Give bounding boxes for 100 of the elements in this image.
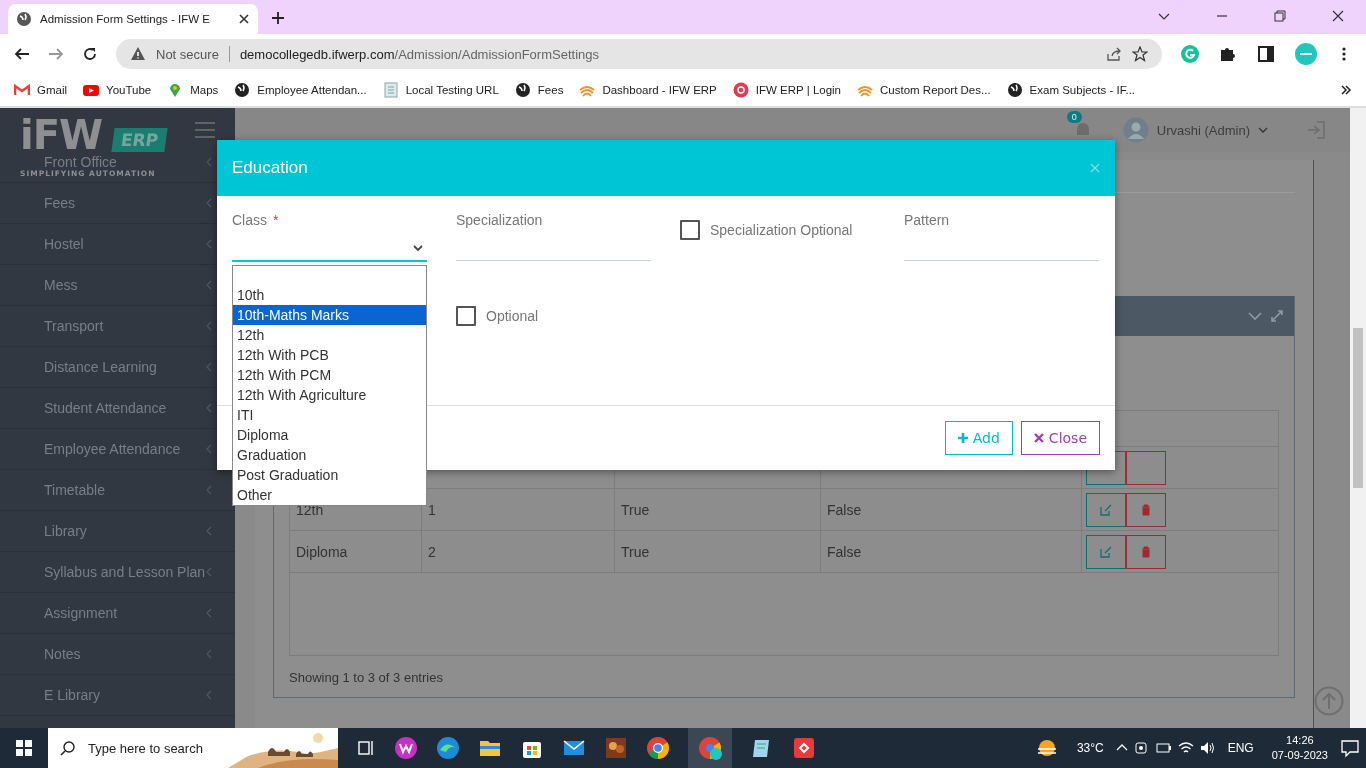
clock-date[interactable]: 07-09-2023 <box>1271 748 1328 763</box>
table-cell: 2 <box>422 531 615 572</box>
security-label: Not secure <box>156 46 219 62</box>
checkbox-label: Optional <box>486 308 539 324</box>
task-view-icon[interactable] <box>356 738 376 758</box>
bookmark[interactable]: Maps <box>167 82 219 98</box>
trash-icon <box>1140 503 1152 516</box>
warning-icon <box>130 46 146 62</box>
dialog-title: Education <box>232 158 308 178</box>
forward-arrow-icon[interactable] <box>48 46 64 62</box>
user-avatar-icon <box>1122 117 1149 143</box>
field-label: Pattern <box>904 212 951 228</box>
close-icon[interactable] <box>1332 10 1344 22</box>
battery-icon[interactable] <box>1155 740 1172 756</box>
globe-icon <box>16 11 32 27</box>
close-icon[interactable] <box>238 13 250 25</box>
chevron-down-icon <box>1258 125 1268 135</box>
dropdown-option[interactable]: Diploma <box>233 425 426 445</box>
side-panel-icon[interactable] <box>1256 44 1276 64</box>
dropdown-option[interactable]: 10th <box>233 285 426 305</box>
checkbox[interactable] <box>680 220 700 240</box>
chevron-left-icon <box>205 198 213 208</box>
chevron-left-icon <box>205 157 213 167</box>
star-icon[interactable] <box>1132 46 1148 62</box>
chevron-left-icon <box>205 444 213 454</box>
windows-start-icon[interactable] <box>16 740 32 756</box>
share-icon[interactable] <box>1106 46 1122 62</box>
play-icon <box>83 82 100 98</box>
table-cell: False <box>821 531 1082 572</box>
browser-tab[interactable]: Admission Form Settings - IFW E <box>8 4 258 34</box>
app-icon[interactable] <box>394 736 418 760</box>
chevron-left-icon <box>205 690 213 700</box>
dropdown-option[interactable]: Post Graduation <box>233 465 426 485</box>
chevron-left-icon <box>205 567 214 577</box>
table-cell: True <box>615 531 821 572</box>
bookmark[interactable]: Gmail <box>14 82 68 98</box>
language-indicator[interactable]: ENG <box>1227 741 1254 755</box>
bookmark[interactable]: YouTube <box>83 82 152 98</box>
url-text: democollegedb.ifwerp.com/Admission/AdmissionFormSettings <box>239 46 599 62</box>
chevron-left-icon <box>205 280 213 290</box>
chrome-icon[interactable] <box>646 736 670 760</box>
taskbar-search[interactable]: Type here to search <box>48 728 338 768</box>
entries-info: Showing 1 to 3 of 3 entries <box>289 670 444 685</box>
dropdown-option[interactable]: 12th With PCB <box>233 345 426 365</box>
checkbox-label: Specialization Optional <box>710 222 853 238</box>
taskbar-button[interactable] <box>688 728 732 768</box>
expand-icon[interactable] <box>1270 309 1284 323</box>
bookmark[interactable]: Local Testing URL <box>382 82 499 98</box>
close-icon <box>1033 433 1044 443</box>
edge-browser-icon[interactable] <box>436 736 460 760</box>
document-icon <box>382 82 399 98</box>
bookmark[interactable]: IFW ERP | Login <box>732 82 842 98</box>
dropdown-option[interactable]: Graduation <box>233 445 426 465</box>
chrome-icon <box>698 736 722 760</box>
bookmark[interactable]: Exam Subjects - IF... <box>1006 82 1136 98</box>
chevron-down-icon <box>413 243 423 253</box>
globe-icon <box>1006 82 1023 98</box>
close-button[interactable]: Close <box>1020 421 1100 455</box>
dropdown-option[interactable]: 10th-Maths Marks <box>233 305 426 325</box>
notification-count: 0 <box>1066 111 1082 123</box>
double-chevron-icon[interactable] <box>1340 84 1352 96</box>
clock-time[interactable]: 14:26 <box>1286 733 1314 748</box>
disc-icon <box>732 82 749 98</box>
notification-icon[interactable] <box>1340 738 1360 758</box>
dropdown-option[interactable]: 12th With Agriculture <box>233 385 426 405</box>
new-tab-icon[interactable] <box>270 10 286 26</box>
plus-icon <box>957 433 968 443</box>
edit-icon <box>1100 545 1112 558</box>
reload-icon[interactable] <box>82 46 98 62</box>
bookmark[interactable]: Dashboard - IFW ERP <box>579 82 717 98</box>
back-arrow-icon[interactable] <box>14 46 30 62</box>
dropdown-option[interactable]: ITI <box>233 405 426 425</box>
chevron-left-icon <box>205 239 213 249</box>
speaker-icon[interactable] <box>1199 740 1216 756</box>
checkbox[interactable] <box>456 306 476 326</box>
app-icon[interactable] <box>792 736 816 760</box>
table-cell: True <box>615 489 821 530</box>
scrollbar[interactable] <box>1350 108 1366 728</box>
address-bar[interactable]: Not secure democollegedb.ifwerp.com/Admission/AdmissionFormSettings <box>116 39 1162 69</box>
dropdown-option[interactable]: 12th <box>233 325 426 345</box>
edit-icon <box>1100 503 1112 516</box>
table-cell: Diploma <box>290 531 422 572</box>
chevron-left-icon <box>205 608 213 618</box>
mail-icon <box>14 82 30 98</box>
field-label: Specialization <box>456 212 544 228</box>
globe-icon <box>514 82 531 98</box>
restore-icon[interactable] <box>1274 10 1286 22</box>
trash-icon <box>1140 545 1152 558</box>
game-icon[interactable] <box>604 736 628 760</box>
temperature[interactable]: 33°C <box>1076 741 1104 755</box>
table-cell: False <box>821 489 1082 530</box>
bookmark[interactable]: Fees <box>514 82 564 98</box>
bookmark[interactable]: Employee Attendan... <box>234 82 367 98</box>
dropdown-option[interactable]: 12th With PCM <box>233 365 426 385</box>
chevron-left-icon <box>205 649 213 659</box>
tab-title: Admission Form Settings - IFW E <box>40 13 211 25</box>
globe-icon <box>234 82 251 98</box>
search-icon <box>60 740 76 756</box>
bookmark[interactable]: Custom Report Des... <box>857 82 991 98</box>
camera-icon[interactable] <box>1133 740 1150 756</box>
